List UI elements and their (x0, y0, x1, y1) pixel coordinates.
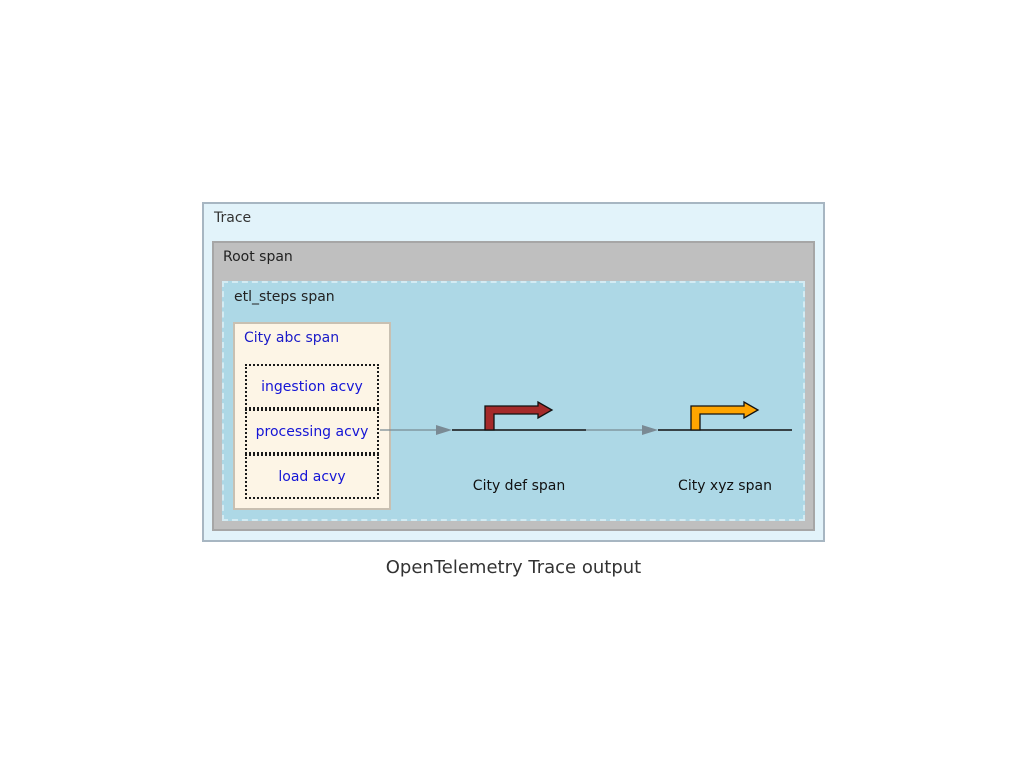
processing-activity: processing acvy (245, 409, 379, 454)
etl-steps-span-label: etl_steps span (234, 289, 335, 305)
city-abc-span-container: City abc span ingestion acvy processing … (233, 322, 391, 510)
city-abc-span-label: City abc span (244, 330, 340, 346)
diagram-caption: OpenTelemetry Trace output (385, 557, 642, 578)
ingestion-activity: ingestion acvy (245, 364, 379, 409)
city-def-span-label: City def span (472, 478, 566, 494)
load-activity: load acvy (245, 454, 379, 499)
trace-label: Trace (214, 210, 252, 226)
root-span-label: Root span (223, 249, 293, 265)
city-xyz-span-label: City xyz span (678, 478, 772, 494)
